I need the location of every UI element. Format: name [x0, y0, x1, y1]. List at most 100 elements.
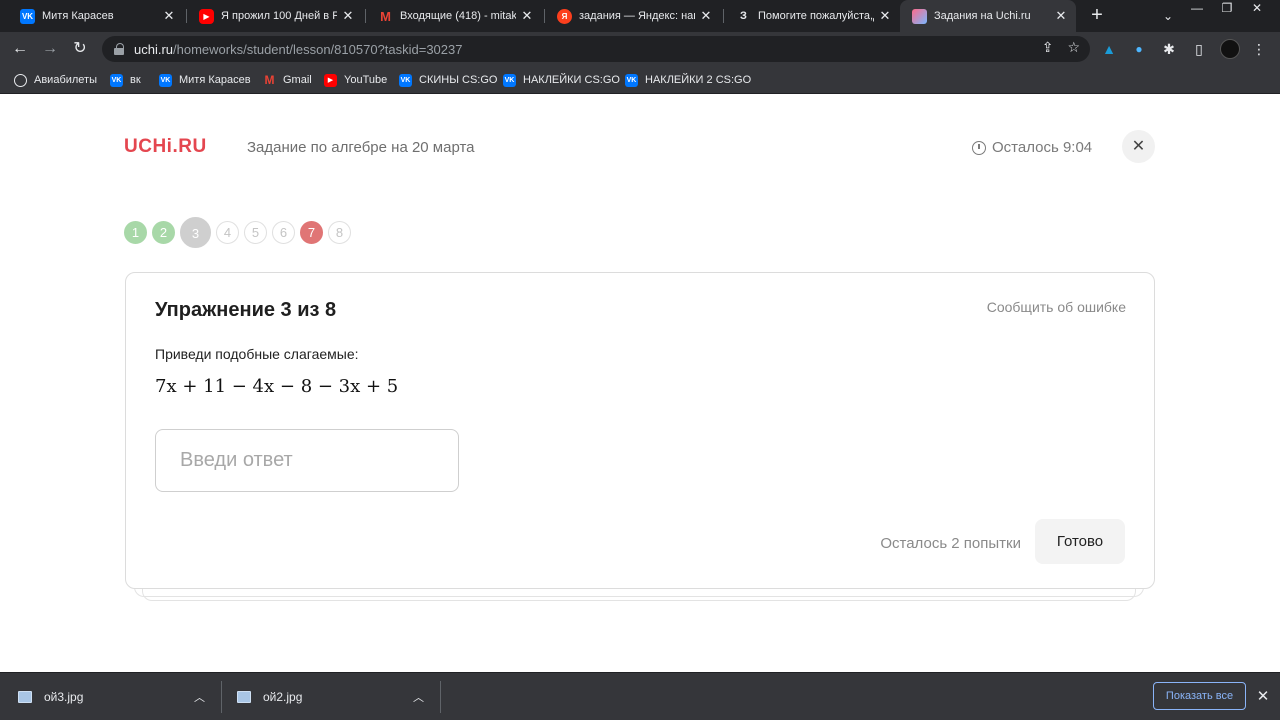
profile-avatar[interactable]: [1220, 39, 1240, 59]
tab-title: Я прожил 100 Дней в Реа: [221, 10, 337, 22]
downloads-bar: ой3.jpg ︿ ой2.jpg ︿ Показать все ✕: [0, 672, 1280, 720]
tab-title: задания — Яндекс: наш: [579, 10, 695, 22]
bookmark-aviabilety[interactable]: Авиабилеты: [14, 72, 97, 88]
extension-drop-icon[interactable]: ▲: [1100, 40, 1118, 58]
back-icon[interactable]: ←: [8, 37, 32, 61]
tab-youtube[interactable]: ▶ Я прожил 100 Дней в Реа ✕: [187, 0, 363, 32]
timer-text: Осталось 9:04: [992, 139, 1093, 156]
bookmark-gmail[interactable]: M Gmail: [263, 72, 312, 88]
forward-icon[interactable]: →: [38, 37, 62, 61]
close-tab-icon[interactable]: ✕: [341, 8, 355, 24]
image-file-icon: [18, 690, 32, 703]
tab-title: Помогите пожалуйста,да: [758, 10, 874, 22]
tab-title: Митя Карасев: [42, 10, 114, 22]
exercise-title: Упражнение 3 из 8: [155, 299, 337, 321]
extensions-puzzle-icon[interactable]: ✱: [1160, 40, 1178, 58]
chevron-up-icon[interactable]: ︿: [413, 689, 424, 705]
restore-icon[interactable]: ❐: [1212, 0, 1242, 18]
attempts-left: Осталось 2 попытки: [880, 535, 1021, 552]
close-tab-icon[interactable]: ✕: [520, 8, 534, 24]
download-item[interactable]: ой3.jpg ︿: [18, 673, 218, 720]
vk-icon: VK: [503, 73, 516, 87]
vk-icon: VK: [20, 8, 35, 24]
vk-icon: VK: [625, 73, 638, 87]
report-error-link[interactable]: Сообщить об ошибке: [987, 299, 1126, 315]
step-4[interactable]: 4: [216, 221, 239, 244]
step-8[interactable]: 8: [328, 221, 351, 244]
tab-vk-profile[interactable]: VK Митя Карасев ✕: [8, 0, 184, 32]
minimize-icon[interactable]: —: [1182, 0, 1212, 18]
yandex-icon: Я: [557, 8, 572, 24]
address-bar[interactable]: uchi.ru/homeworks/student/lesson/810570?…: [102, 36, 1090, 62]
bookmark-nakleyki-2-csgo[interactable]: VK НАКЛЕЙКИ 2 CS:GO: [625, 72, 751, 88]
step-7[interactable]: 7: [300, 221, 323, 244]
exercise-instruction: Приведи подобные слагаемые:: [155, 346, 359, 362]
download-item[interactable]: ой2.jpg ︿: [237, 673, 437, 720]
youtube-icon: ▶: [324, 73, 337, 87]
youtube-icon: ▶: [199, 8, 214, 24]
globe-icon: [14, 73, 27, 87]
menu-kebab-icon[interactable]: ⋮: [1250, 40, 1268, 58]
stopwatch-icon: [972, 140, 986, 155]
close-tab-icon[interactable]: ✕: [162, 8, 176, 24]
vk-icon: VK: [399, 73, 412, 87]
exercise-progress: 1 2 3 4 5 6 7 8: [124, 217, 356, 248]
browser-tab-bar: VK Митя Карасев ✕ ▶ Я прожил 100 Дней в …: [0, 0, 1280, 32]
step-3[interactable]: 3: [180, 217, 211, 248]
lock-icon[interactable]: [114, 43, 124, 55]
close-lesson-button[interactable]: ✕: [1122, 130, 1155, 163]
timer: Осталось 9:04: [972, 139, 1092, 156]
bookmark-youtube[interactable]: ▶ YouTube: [324, 72, 387, 88]
download-filename: ой2.jpg: [263, 689, 303, 704]
download-divider: [440, 681, 441, 713]
show-all-downloads-button[interactable]: Показать все: [1153, 682, 1246, 710]
browser-toolbar: ← → ↻ uchi.ru/homeworks/student/lesson/8…: [0, 32, 1280, 66]
window-close-icon[interactable]: ✕: [1242, 0, 1272, 18]
step-5[interactable]: 5: [244, 221, 267, 244]
window-controls: — ❐ ✕: [1182, 0, 1272, 18]
bookmark-star-icon[interactable]: ☆: [1067, 39, 1080, 56]
bookmark-mitya-karasev[interactable]: VK Митя Карасев: [159, 72, 251, 88]
extension-water-icon[interactable]: ●: [1130, 40, 1148, 58]
step-2[interactable]: 2: [152, 221, 175, 244]
tab-gmail[interactable]: M Входящие (418) - mitakfr ✕: [366, 0, 542, 32]
new-tab-button[interactable]: +: [1086, 4, 1108, 26]
gmail-icon: M: [264, 73, 275, 87]
gmail-icon: M: [380, 8, 391, 24]
tab-yandex[interactable]: Я задания — Яндекс: наш ✕: [545, 0, 721, 32]
answer-input[interactable]: [155, 429, 459, 492]
close-tab-icon[interactable]: ✕: [699, 8, 713, 24]
tab-znanija[interactable]: З Помогите пожалуйста,да ✕: [724, 0, 900, 32]
znanija-icon: З: [740, 10, 747, 22]
tab-search-chevron-icon[interactable]: ⌄: [1158, 6, 1178, 26]
step-1[interactable]: 1: [124, 221, 147, 244]
page-content: UCHi.RU Задание по алгебре на 20 марта О…: [0, 95, 1280, 672]
submit-button[interactable]: Готово: [1035, 519, 1125, 564]
image-file-icon: [237, 690, 251, 703]
reload-icon[interactable]: ↻: [68, 37, 92, 61]
uchi-logo[interactable]: UCHi.RU: [124, 136, 207, 158]
close-tab-icon[interactable]: ✕: [878, 8, 892, 24]
close-tab-icon[interactable]: ✕: [1054, 8, 1068, 24]
tab-uchi[interactable]: Задания на Uchi.ru ✕: [900, 0, 1076, 32]
lesson-title: Задание по алгебре на 20 марта: [247, 139, 475, 156]
bookmark-nakleyki-csgo[interactable]: VK НАКЛЕЙКИ CS:GO: [503, 72, 620, 88]
exercise-formula: 7x + 11 − 4x − 8 − 3x + 5: [155, 376, 399, 397]
share-icon[interactable]: ⇪: [1042, 39, 1054, 56]
vk-icon: VK: [159, 73, 172, 87]
close-downloads-icon[interactable]: ✕: [1255, 687, 1271, 705]
url-text[interactable]: uchi.ru/homeworks/student/lesson/810570?…: [134, 42, 462, 57]
bookmark-skiny-csgo[interactable]: VK СКИНЫ CS:GO: [399, 72, 497, 88]
tab-title: Входящие (418) - mitakfr: [400, 10, 516, 22]
download-filename: ой3.jpg: [44, 689, 84, 704]
tab-title: Задания на Uchi.ru: [934, 10, 1031, 22]
side-panel-icon[interactable]: ▯: [1190, 40, 1208, 58]
step-6[interactable]: 6: [272, 221, 295, 244]
bookmarks-bar: Авиабилеты VK вк VK Митя Карасев M Gmail ▶ Y…: [0, 66, 1280, 94]
bookmark-vk[interactable]: VK вк: [110, 72, 141, 88]
chevron-up-icon[interactable]: ︿: [194, 689, 205, 705]
download-divider: [221, 681, 222, 713]
uchi-icon: [912, 8, 927, 24]
vk-icon: VK: [110, 73, 123, 87]
exercise-card: Упражнение 3 из 8 Сообщить об ошибке При…: [125, 272, 1155, 589]
